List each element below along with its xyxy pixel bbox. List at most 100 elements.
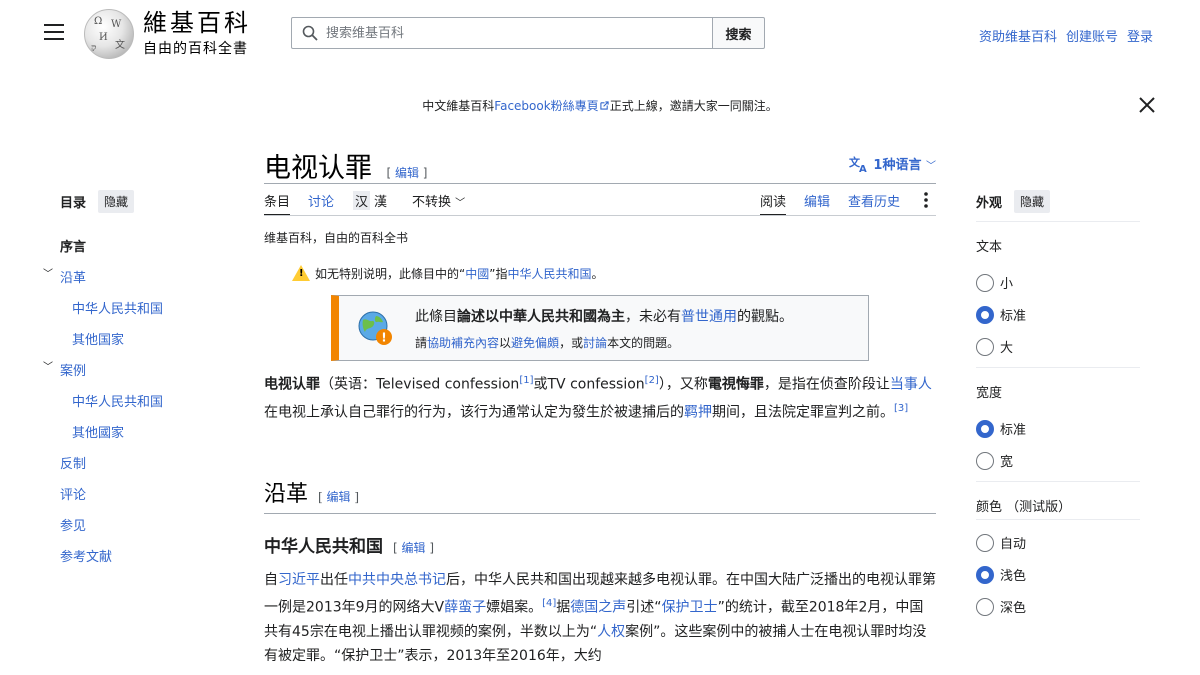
toc-item-see-also[interactable]: 参见	[60, 515, 86, 534]
toc-item-references[interactable]: 参考文献	[60, 546, 112, 565]
facebook-link[interactable]: Facebook粉絲專頁	[494, 99, 598, 113]
width-radio-1[interactable]: 宽	[976, 451, 1013, 470]
subsection-title: 中华人民共和国	[264, 537, 383, 557]
discuss-link[interactable]: 討論	[583, 336, 607, 350]
radio-label: 标准	[1000, 423, 1027, 438]
site-notice-suffix: 正式上線，邀請大家一同關注。	[609, 99, 778, 113]
toc-item-history-other[interactable]: 其他国家	[72, 329, 124, 348]
xi-link[interactable]: 习近平	[278, 572, 320, 588]
text-radio-1[interactable]: 标准	[976, 305, 1026, 324]
variant-dropdown[interactable]: 不转换 ﹀	[412, 191, 465, 210]
title-edit-section: [ 编辑 ]	[386, 166, 428, 180]
tab-history[interactable]: 查看历史	[848, 191, 900, 210]
toc-item-reviews[interactable]: 评论	[60, 484, 86, 503]
notice-text: 的觀點。	[737, 309, 793, 325]
expand-link[interactable]: 協助補充內容	[427, 336, 499, 350]
toc-item-intro[interactable]: 序言	[60, 236, 86, 255]
radio-button[interactable]	[976, 273, 994, 292]
color-radio-1[interactable]: 浅色	[976, 565, 1026, 584]
chevron-down-icon: ﹀	[455, 198, 466, 209]
login-link[interactable]: 登录	[1127, 26, 1153, 45]
create-account-link[interactable]: 创建账号	[1066, 26, 1118, 45]
tab-simplified[interactable]: 汉	[353, 191, 371, 210]
radio-button[interactable]	[976, 565, 994, 584]
donate-link[interactable]: 资助维基百科	[979, 26, 1057, 45]
toc-hide-button[interactable]: 隐藏	[98, 190, 135, 213]
prc-link[interactable]: 中华人民共和国	[507, 267, 591, 281]
tab-article[interactable]: 条目	[264, 191, 291, 216]
radio-label: 标准	[1000, 309, 1027, 324]
wikipedia-globe-icon: ΩWИ文ק	[84, 9, 134, 59]
general-secretary-link[interactable]: 中共中央总书记	[348, 572, 446, 588]
ref-link[interactable]: [2]	[645, 375, 659, 386]
notice-text: ，或	[559, 336, 584, 350]
edit-link[interactable]: 编辑	[395, 166, 419, 180]
para-text: 嫖娼案。	[486, 599, 543, 616]
radio-button[interactable]	[976, 451, 994, 470]
text-radio-0[interactable]: 小	[976, 273, 1013, 292]
radio-button[interactable]	[976, 419, 994, 438]
hatnote-text: ”指	[489, 267, 508, 281]
safeguard-defenders-link[interactable]: 保护卫士	[662, 600, 718, 616]
ref-link[interactable]: [4]	[542, 598, 556, 609]
main-menu-button[interactable]	[44, 24, 64, 40]
custody-link[interactable]: 羁押	[684, 404, 712, 420]
edit-link[interactable]: 编辑	[327, 490, 351, 504]
search-icon	[302, 25, 318, 41]
color-radio-0[interactable]: 自动	[976, 533, 1026, 552]
appearance-hide-button[interactable]: 隐藏	[1014, 190, 1051, 213]
notice-text: 以	[499, 336, 512, 350]
width-radio-0[interactable]: 标准	[976, 419, 1026, 438]
more-actions-icon[interactable]	[924, 191, 932, 213]
toc-item-cases[interactable]: ﹀ 案例	[43, 360, 86, 379]
dw-link[interactable]: 德国之声	[570, 600, 626, 616]
notice-text: ，未必有	[625, 309, 681, 325]
site-notice-prefix: 中文維基百科	[422, 99, 495, 113]
toc-item-countermeasures[interactable]: 反制	[60, 453, 86, 472]
toc-item-history[interactable]: ﹀ 沿革	[43, 267, 87, 286]
appearance-panel: 外观 隐藏 文本 小标准大 宽度 标准宽 颜色 （测试版） 自动 浅色 深色	[976, 190, 1140, 616]
site-notice: 中文維基百科Facebook粉絲專頁 正式上線，邀請大家一同關注。	[0, 97, 1200, 114]
tab-traditional[interactable]: 漢	[374, 191, 387, 210]
radio-button[interactable]	[976, 597, 994, 616]
search-button[interactable]: 搜索	[713, 17, 765, 49]
para-text: （英语：Televised confession	[320, 376, 520, 393]
radio-button[interactable]	[976, 305, 994, 324]
xue-manzi-link[interactable]: 薛蛮子	[444, 600, 486, 616]
tab-read[interactable]: 阅读	[760, 191, 787, 216]
toc-item-cases-prc[interactable]: 中华人民共和国	[72, 391, 163, 410]
toc-item-history-prc[interactable]: 中华人民共和国	[72, 298, 163, 317]
color-label: 颜色 （测试版）	[976, 500, 1072, 515]
toc-item-label: 沿革	[60, 271, 87, 286]
ref-link[interactable]: [3]	[894, 403, 908, 414]
party-link[interactable]: 当事人	[890, 377, 932, 393]
universal-link[interactable]: 普世通用	[681, 309, 737, 325]
edit-link[interactable]: 编辑	[402, 541, 426, 555]
section-title: 沿革	[264, 482, 309, 507]
section-edit: [ 编辑 ]	[318, 490, 360, 504]
toc-title: 目录	[60, 196, 87, 211]
tab-edit[interactable]: 编辑	[804, 191, 830, 210]
language-button[interactable]: 文A 1种语言 ﹀	[849, 154, 936, 175]
para-text: 出任	[320, 572, 348, 588]
color-radio-2[interactable]: 深色	[976, 597, 1026, 616]
search-input[interactable]	[326, 25, 686, 41]
radio-button[interactable]	[976, 533, 994, 552]
tab-talk[interactable]: 讨论	[308, 191, 334, 210]
chevron-down-icon[interactable]: ﹀	[43, 358, 53, 373]
toc-item-cases-other[interactable]: 其他國家	[72, 422, 124, 441]
para-text: 或TV confession	[533, 376, 645, 393]
radio-label: 大	[1000, 341, 1014, 356]
avoid-bias-link[interactable]: 避免偏頗	[511, 336, 559, 350]
text-radio-2[interactable]: 大	[976, 337, 1013, 356]
notice-text: 此條目	[415, 309, 457, 325]
page-tabs: 条目 讨论 汉 漢 不转换 ﹀ 阅读 编辑 查看历史	[264, 191, 936, 216]
ref-link[interactable]: [1]	[519, 375, 533, 386]
site-logo[interactable]: ΩWИ文ק 維基百科 自由的百科全書	[84, 9, 251, 59]
human-rights-link[interactable]: 人权	[597, 624, 625, 640]
para-text: 在电视上承认自己罪行的行为，该行为通常认定为發生於被逮捕后的	[264, 404, 684, 421]
chevron-down-icon[interactable]: ﹀	[43, 265, 53, 280]
china-link[interactable]: 中國	[465, 267, 489, 281]
close-icon[interactable]	[1137, 95, 1157, 115]
radio-button[interactable]	[976, 337, 994, 356]
